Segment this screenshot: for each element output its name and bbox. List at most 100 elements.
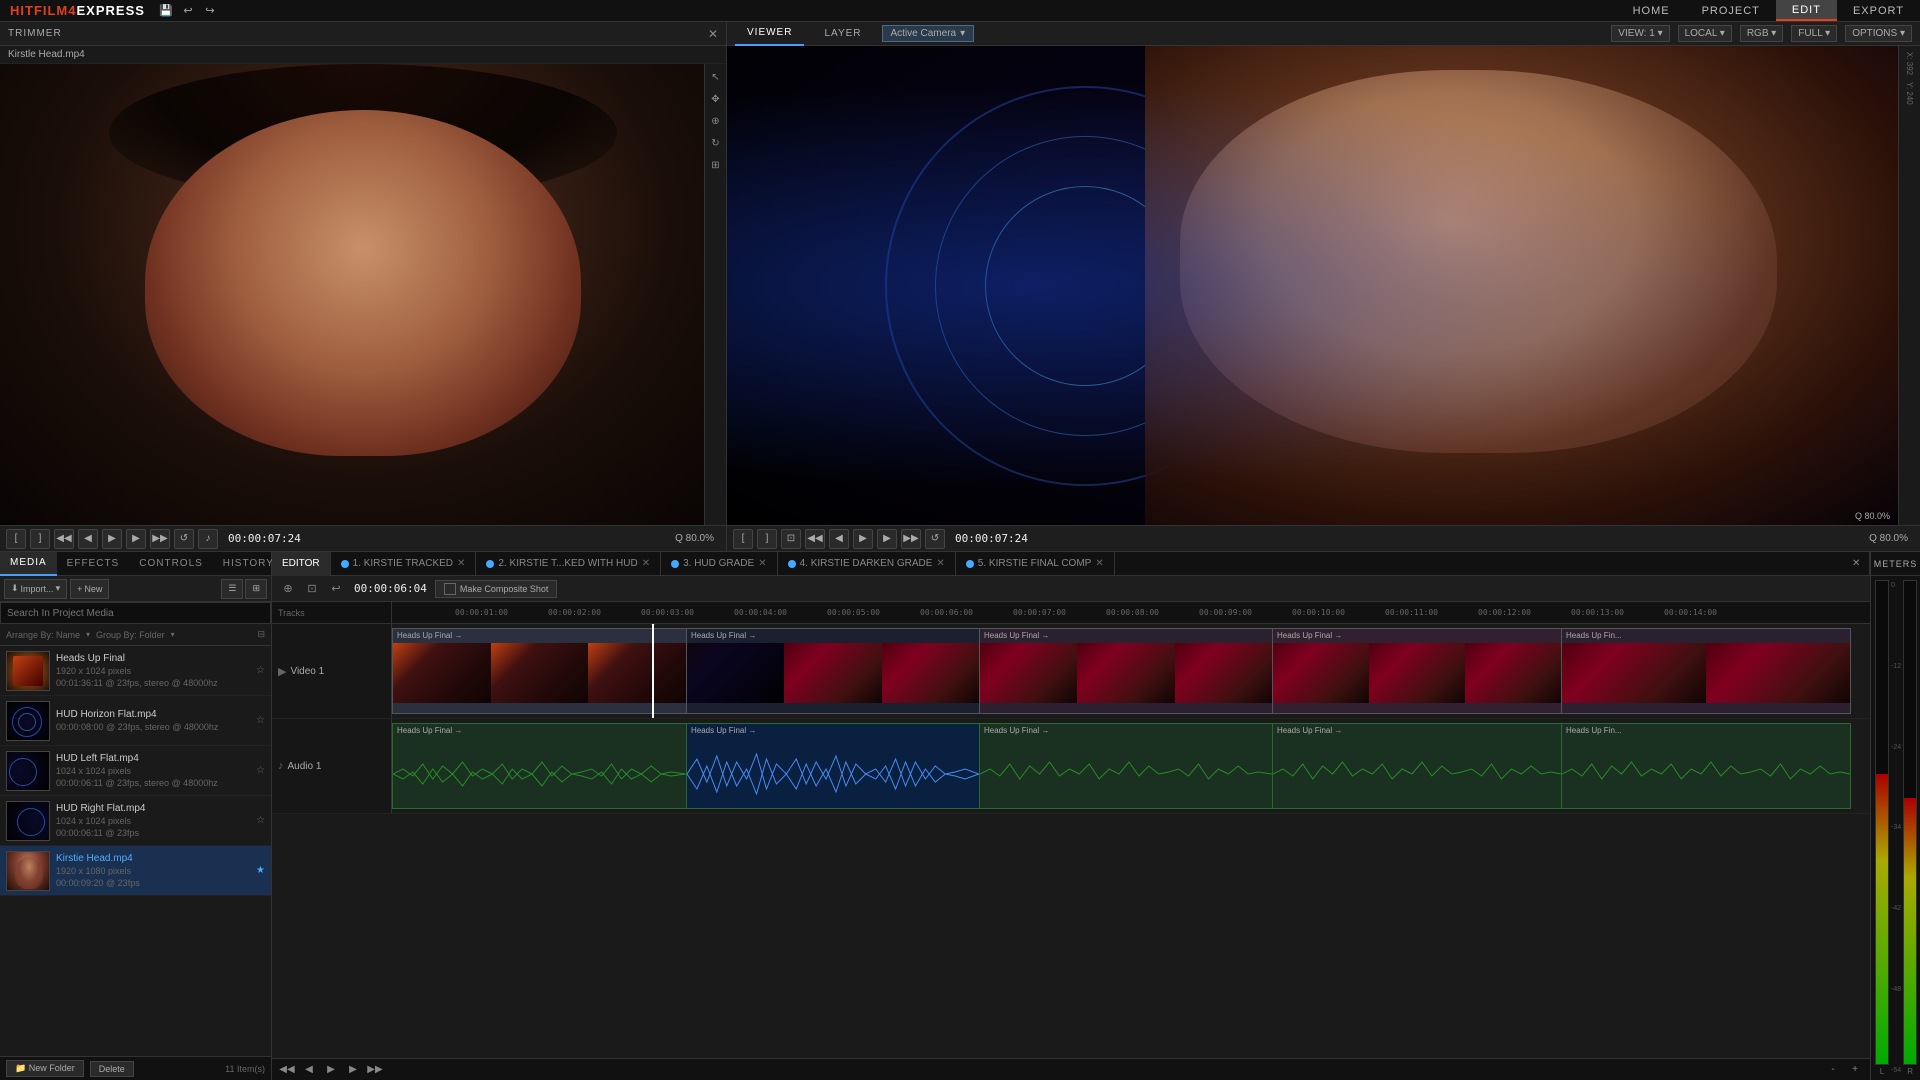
trim-btn-prev-frame[interactable]: ◀ [78, 529, 98, 549]
trim-btn-loop[interactable]: ↺ [174, 529, 194, 549]
tab-close-all[interactable]: ✕ [1846, 552, 1870, 576]
trim-btn-mark-in[interactable]: [ [6, 529, 26, 549]
tab-close-2[interactable]: ✕ [642, 558, 650, 569]
media-item-hud-left[interactable]: HUD Left Flat.mp4 1024 x 1024 pixels 00:… [0, 746, 271, 796]
delete-button[interactable]: Delete [90, 1061, 134, 1077]
ruler-tick-6: 00:00:06:00 [920, 608, 973, 617]
nav-home[interactable]: HOME [1617, 0, 1686, 21]
trim-btn-step-back[interactable]: ◀◀ [54, 529, 74, 549]
viewer-btn-loop[interactable]: ↺ [925, 529, 945, 549]
media-star-hud-horizon[interactable]: ☆ [256, 715, 265, 726]
tab-close-5[interactable]: ✕ [1095, 558, 1103, 569]
editor-btn-undo[interactable]: ↩ [326, 579, 346, 599]
new-folder-button[interactable]: 📁 New Folder [6, 1060, 84, 1077]
video-clip-3[interactable]: Heads Up Final → [979, 628, 1273, 714]
trimmer-close-button[interactable]: ✕ [708, 27, 718, 41]
rgb-select[interactable]: RGB ▾ [1740, 25, 1783, 42]
active-camera-button[interactable]: Active Camera ▾ [882, 25, 975, 42]
audio-clip-5[interactable]: Heads Up Fin... [1561, 723, 1851, 809]
nav-redo-icon[interactable]: ↪ [199, 0, 221, 22]
timeline-ctrl-prev[interactable]: ◀ [300, 1061, 318, 1079]
trim-tool-move[interactable]: ✥ [707, 90, 725, 108]
tab-controls[interactable]: CONTROLS [129, 552, 213, 576]
trim-tool-rotate[interactable]: ↻ [707, 134, 725, 152]
tab-viewer[interactable]: VIEWER [735, 22, 804, 46]
media-item-kirstie[interactable]: Kirstie Head.mp4 1920 x 1080 pixels 00:0… [0, 846, 271, 896]
tab-close-1[interactable]: ✕ [457, 558, 465, 569]
media-star-heads-up[interactable]: ☆ [256, 665, 265, 676]
trim-btn-next-frame[interactable]: ▶ [126, 529, 146, 549]
audio-clip-4[interactable]: Heads Up Final → [1272, 723, 1562, 809]
trim-tool-extra[interactable]: ⊞ [707, 156, 725, 174]
timeline-ctrl-end[interactable]: ▶▶ [366, 1061, 384, 1079]
audio-clip-1[interactable]: Heads Up Final → [392, 723, 687, 809]
video-clip-2[interactable]: Heads Up Final → [686, 628, 980, 714]
editor-btn-snap[interactable]: ⊡ [302, 579, 322, 599]
tab-hud-grade[interactable]: 3. HUD GRADE ✕ [661, 552, 778, 576]
timeline-ctrl-next[interactable]: ▶ [344, 1061, 362, 1079]
trim-btn-audio[interactable]: ♪ [198, 529, 218, 549]
tab-close-3[interactable]: ✕ [758, 558, 766, 569]
trim-tool-pointer[interactable]: ↖ [707, 68, 725, 86]
timeline-ctrl-play[interactable]: ▶ [322, 1061, 340, 1079]
media-star-kirstie[interactable]: ★ [256, 865, 265, 876]
import-button[interactable]: ⬇ Import... ▾ [4, 579, 67, 599]
arrange-chevron[interactable]: ▾ [86, 630, 90, 639]
list-view-button[interactable]: ☰ [221, 579, 243, 599]
media-star-hud-right[interactable]: ☆ [256, 815, 265, 826]
tab-editor[interactable]: EDITOR [272, 552, 331, 576]
media-item-hud-horizon[interactable]: HUD Horizon Flat.mp4 00:00:08:00 @ 23fps… [0, 696, 271, 746]
sort-options[interactable]: ⊟ [257, 629, 265, 640]
media-item-heads-up[interactable]: Heads Up Final 1920 x 1024 pixels 00:01:… [0, 646, 271, 696]
audio-clip-2[interactable]: Heads Up Final → [686, 723, 980, 809]
full-select[interactable]: FULL ▾ [1791, 25, 1837, 42]
media-star-hud-left[interactable]: ☆ [256, 765, 265, 776]
composite-checkbox[interactable] [444, 583, 456, 595]
media-item-hud-right[interactable]: HUD Right Flat.mp4 1024 x 1024 pixels 00… [0, 796, 271, 846]
timeline-ctrl-zoom-out[interactable]: - [1824, 1061, 1842, 1079]
audio-clip-label-1: Heads Up Final → [397, 726, 462, 735]
tab-close-4[interactable]: ✕ [936, 558, 944, 569]
trim-btn-play[interactable]: ▶ [102, 529, 122, 549]
nav-project[interactable]: PROJECT [1686, 0, 1776, 21]
timeline-ctrl-beginning[interactable]: ◀◀ [278, 1061, 296, 1079]
editor-btn-add-track[interactable]: ⊕ [278, 579, 298, 599]
nav-undo-icon[interactable]: ↩ [177, 0, 199, 22]
viewer-btn-next[interactable]: ▶ [877, 529, 897, 549]
clip-thumb-item-2c [882, 643, 979, 703]
item-count: 11 Item(s) [225, 1064, 265, 1074]
trim-btn-step-fwd[interactable]: ▶▶ [150, 529, 170, 549]
tab-kirstie-darken[interactable]: 4. KIRSTIE DARKEN GRADE ✕ [778, 552, 956, 576]
view-select[interactable]: VIEW: 1 ▾ [1611, 25, 1669, 42]
nav-edit[interactable]: EDIT [1776, 0, 1837, 21]
video-clip-4[interactable]: Heads Up Final → [1272, 628, 1562, 714]
viewer-btn-snap[interactable]: ⊡ [781, 529, 801, 549]
new-button[interactable]: + New [70, 579, 109, 599]
nav-export[interactable]: EXPORT [1837, 0, 1920, 21]
tab-effects[interactable]: EFFECTS [57, 552, 130, 576]
composite-shot-button[interactable]: Make Composite Shot [435, 580, 558, 598]
tab-layer[interactable]: LAYER [812, 22, 873, 46]
nav-save-icon[interactable]: 💾 [155, 0, 177, 22]
tab-kirstie-hud[interactable]: 2. KIRSTIE T...KED WITH HUD ✕ [476, 552, 661, 576]
video-clip-1[interactable]: Heads Up Final → [392, 628, 687, 714]
timeline-ctrl-zoom-in[interactable]: + [1846, 1061, 1864, 1079]
local-select[interactable]: LOCAL ▾ [1678, 25, 1732, 42]
trim-tool-resize[interactable]: ⊕ [707, 112, 725, 130]
viewer-btn-mark-in[interactable]: [ [733, 529, 753, 549]
options-select[interactable]: OPTIONS ▾ [1845, 25, 1912, 42]
viewer-btn-play[interactable]: ▶ [853, 529, 873, 549]
viewer-btn-step-fwd[interactable]: ▶▶ [901, 529, 921, 549]
group-chevron[interactable]: ▾ [171, 630, 175, 639]
viewer-btn-prev[interactable]: ◀ [829, 529, 849, 549]
tab-kirstie-final[interactable]: 5. KIRSTIE FINAL COMP ✕ [956, 552, 1115, 576]
grid-view-button[interactable]: ⊞ [245, 579, 267, 599]
viewer-btn-step-back[interactable]: ◀◀ [805, 529, 825, 549]
search-input[interactable] [7, 603, 264, 623]
audio-clip-3[interactable]: Heads Up Final → [979, 723, 1273, 809]
tab-kirstie-tracked[interactable]: 1. KIRSTIE TRACKED ✕ [331, 552, 477, 576]
video-clip-5[interactable]: Heads Up Fin... [1561, 628, 1851, 714]
viewer-btn-mark-out[interactable]: ] [757, 529, 777, 549]
trim-btn-mark-out[interactable]: ] [30, 529, 50, 549]
tab-media[interactable]: MEDIA [0, 552, 57, 576]
